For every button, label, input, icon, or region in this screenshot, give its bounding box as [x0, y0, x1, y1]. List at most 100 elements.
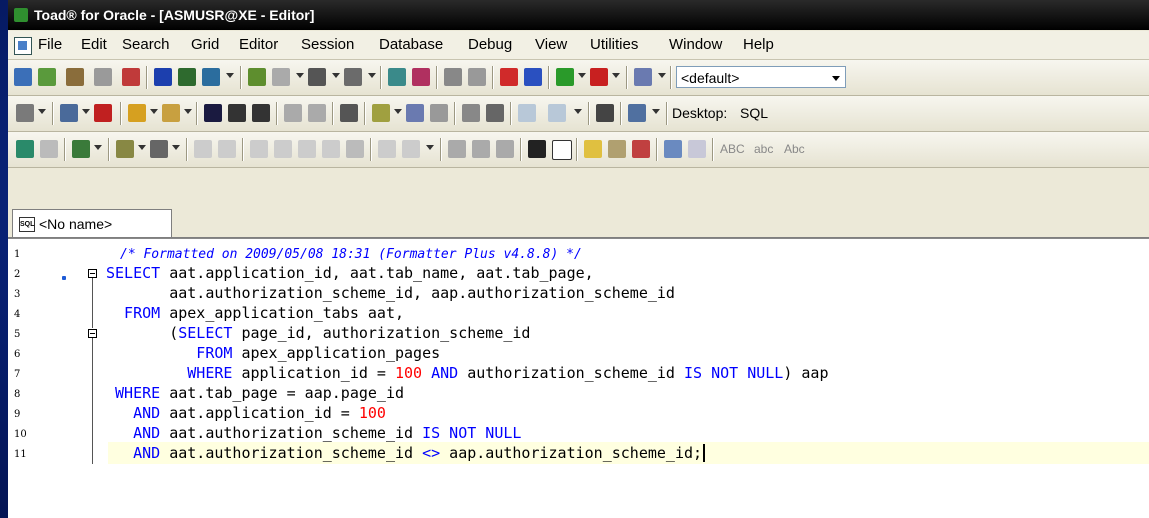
data-grid-icon[interactable]	[406, 104, 424, 122]
menu-session[interactable]: Session	[301, 36, 354, 53]
initcap-button[interactable]: Abc	[784, 142, 805, 156]
clear-all-icon[interactable]	[632, 140, 650, 158]
close-icon[interactable]	[94, 104, 112, 122]
save-icon[interactable]	[204, 104, 222, 122]
menu-edit[interactable]: Edit	[81, 36, 107, 53]
compare-icon[interactable]	[388, 68, 406, 86]
sql-editor-icon[interactable]	[60, 104, 78, 122]
redo-icon[interactable]	[688, 140, 706, 158]
explain-plan-icon[interactable]	[248, 68, 266, 86]
menu-debug[interactable]: Debug	[468, 36, 512, 53]
highlight-icon[interactable]	[584, 140, 602, 158]
open-file-icon[interactable]	[162, 104, 180, 122]
code-insight-icon[interactable]	[150, 140, 168, 158]
fold-toggle-icon[interactable]	[88, 269, 97, 278]
parentheses-icon[interactable]	[218, 140, 236, 158]
chevron-down-icon[interactable]	[394, 109, 402, 114]
chevron-down-icon[interactable]	[652, 109, 660, 114]
commit-icon[interactable]	[154, 68, 172, 86]
breakpoint-marker[interactable]	[62, 276, 66, 280]
print-icon[interactable]	[340, 104, 358, 122]
function-icon[interactable]	[194, 140, 212, 158]
master-detail-icon[interactable]	[412, 68, 430, 86]
copy-icon[interactable]	[472, 140, 490, 158]
paste-icon[interactable]	[496, 140, 514, 158]
snippet-icon[interactable]	[116, 140, 134, 158]
chevron-down-icon[interactable]	[578, 73, 586, 78]
chevron-down-icon[interactable]	[94, 145, 102, 150]
chevron-down-icon[interactable]	[332, 73, 340, 78]
chevron-down-icon[interactable]	[82, 109, 90, 114]
lowercase-button[interactable]: abc	[754, 142, 773, 156]
desktop-value[interactable]: SQL	[740, 105, 768, 121]
import-icon[interactable]	[500, 68, 518, 86]
export-icon[interactable]	[524, 68, 542, 86]
tab-no-name[interactable]: SQL <No name>	[12, 209, 172, 237]
dbms-output-icon[interactable]	[308, 68, 326, 86]
menu-utilities[interactable]: Utilities	[590, 36, 638, 53]
chevron-down-icon[interactable]	[658, 73, 666, 78]
menu-grid[interactable]: Grid	[191, 36, 219, 53]
comment-icon[interactable]	[250, 140, 268, 158]
window-icon[interactable]	[628, 104, 646, 122]
profiler-icon[interactable]	[468, 68, 486, 86]
chevron-down-icon[interactable]	[184, 109, 192, 114]
select-all-icon[interactable]	[528, 140, 546, 158]
schema-browser-icon[interactable]	[38, 68, 56, 86]
to-lower-icon[interactable]	[402, 140, 420, 158]
new-editor-icon[interactable]	[14, 68, 32, 86]
chevron-down-icon[interactable]	[296, 73, 304, 78]
chevron-down-icon[interactable]	[426, 145, 434, 150]
save-all-icon[interactable]	[252, 104, 270, 122]
undo-icon[interactable]	[664, 140, 682, 158]
indent-icon[interactable]	[298, 140, 316, 158]
stop-icon[interactable]	[40, 140, 58, 158]
menu-file[interactable]: File	[38, 36, 62, 53]
menu-window[interactable]: Window	[669, 36, 722, 53]
to-upper-icon[interactable]	[378, 140, 396, 158]
menu-view[interactable]: View	[535, 36, 567, 53]
chevron-down-icon[interactable]	[172, 145, 180, 150]
schema-combo[interactable]: <default>	[676, 66, 846, 88]
session-browser-icon[interactable]	[122, 68, 140, 86]
chevron-down-icon[interactable]	[226, 73, 234, 78]
cut-icon[interactable]	[448, 140, 466, 158]
info-icon[interactable]	[634, 68, 652, 86]
tools-icon[interactable]	[556, 68, 574, 86]
outdent-icon[interactable]	[322, 140, 340, 158]
chevron-down-icon[interactable]	[832, 76, 840, 81]
uppercase-button[interactable]: ABC	[720, 142, 745, 156]
editor-doc-icon[interactable]	[14, 37, 32, 55]
grid-view-icon[interactable]	[178, 68, 196, 86]
title-bar[interactable]: Toad® for Oracle - [ASMUSR@XE - Editor]	[8, 0, 1149, 30]
chevron-down-icon[interactable]	[368, 73, 376, 78]
sql-editor[interactable]: 1 2 3 4 5 6 7 8 9 10 11 /* Formatted on 2009/05/08…	[8, 238, 1149, 518]
chevron-down-icon[interactable]	[138, 145, 146, 150]
chevron-down-icon[interactable]	[150, 109, 158, 114]
clear-highlight-icon[interactable]	[608, 140, 626, 158]
disconnect-icon[interactable]	[590, 68, 608, 86]
describe-icon[interactable]	[72, 140, 90, 158]
new-page-icon[interactable]	[552, 140, 572, 160]
template-icon[interactable]	[372, 104, 390, 122]
chevron-down-icon[interactable]	[612, 73, 620, 78]
menu-search[interactable]: Search	[122, 36, 170, 53]
open-folder-icon[interactable]	[128, 104, 146, 122]
menu-database[interactable]: Database	[379, 36, 443, 53]
auto-trace-icon[interactable]	[272, 68, 290, 86]
bookmark-icon[interactable]	[346, 140, 364, 158]
execute-icon[interactable]	[16, 104, 34, 122]
forward-arrow-icon[interactable]	[548, 104, 566, 122]
save-as-icon[interactable]	[228, 104, 246, 122]
sql-tuning-icon[interactable]	[66, 68, 84, 86]
sql-format-icon[interactable]	[486, 104, 504, 122]
menu-help[interactable]: Help	[743, 36, 774, 53]
sql-recall-icon[interactable]	[462, 104, 480, 122]
data-grid-icon[interactable]	[202, 68, 220, 86]
menu-editor[interactable]: Editor	[239, 36, 278, 53]
chevron-down-icon[interactable]	[38, 109, 46, 114]
fold-toggle-icon[interactable]	[88, 329, 97, 338]
connection-icon[interactable]	[344, 68, 362, 86]
find-icon[interactable]	[284, 104, 302, 122]
sql-modeler-icon[interactable]	[94, 68, 112, 86]
